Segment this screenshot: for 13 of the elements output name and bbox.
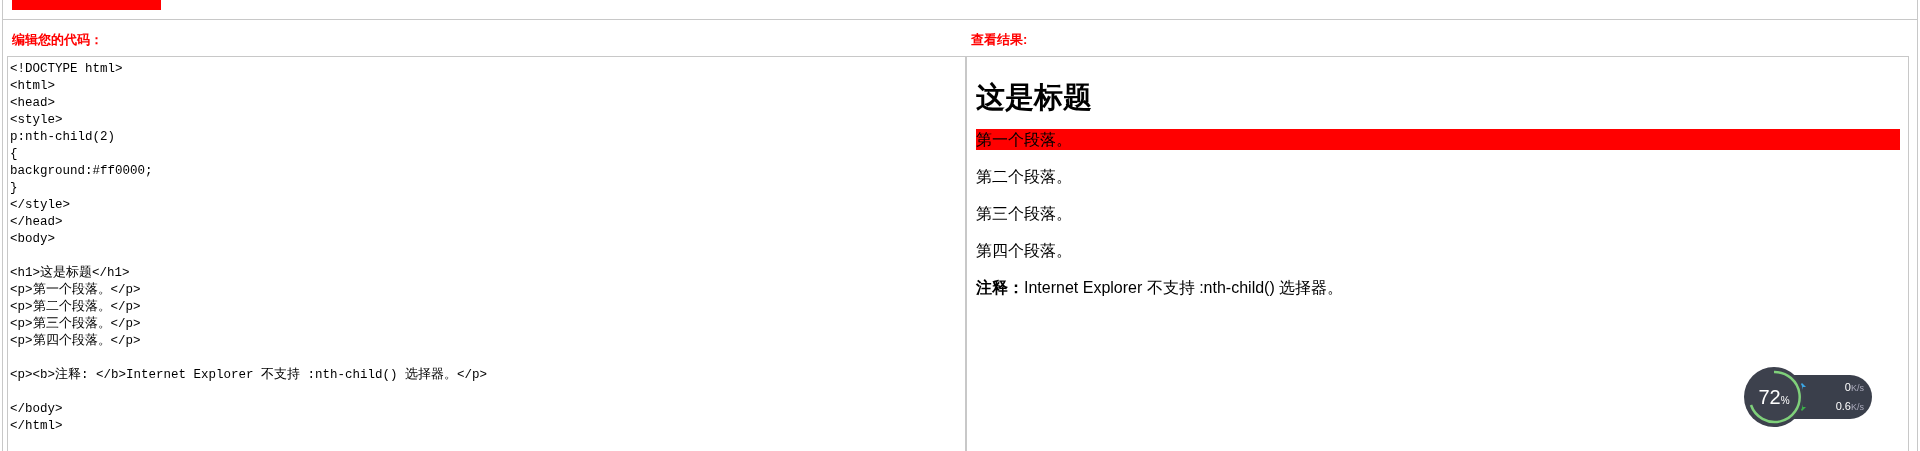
download-speed: 0.6K/s <box>1835 399 1864 414</box>
editor-label: 编辑您的代码： <box>12 31 104 49</box>
paragraph: 第一个段落。 <box>976 129 1900 150</box>
cpu-percent: 72% <box>1758 387 1790 407</box>
paragraph: 注释：Internet Explorer 不支持 :nth-child() 选择器。 <box>976 278 1345 298</box>
paragraph: 第四个段落。 <box>976 241 1073 261</box>
paragraph: 第三个段落。 <box>976 204 1073 224</box>
heading: 这是标题 <box>976 80 1093 115</box>
result-label: 查看结果: <box>971 31 1029 49</box>
submit-button[interactable] <box>12 0 161 10</box>
paragraph: 第二个段落。 <box>976 167 1073 187</box>
code-editor[interactable]: <!DOCTYPE html> <html> <head> <style> p:nth-child(2) { background:#ff0000; } </style> </head> <body> <h1>这是标题</h1> <p>第一个段落。</p> <p>第二个段落。</p> <p>第三个段落。</p> <p>第四个段落。</p> <p><b>注释: </b>Internet Explorer 不支持 :nth-child() 选择器。</p> </body> </html> <box>7 56 966 451</box>
upload-speed: 0K/s <box>1844 380 1864 395</box>
